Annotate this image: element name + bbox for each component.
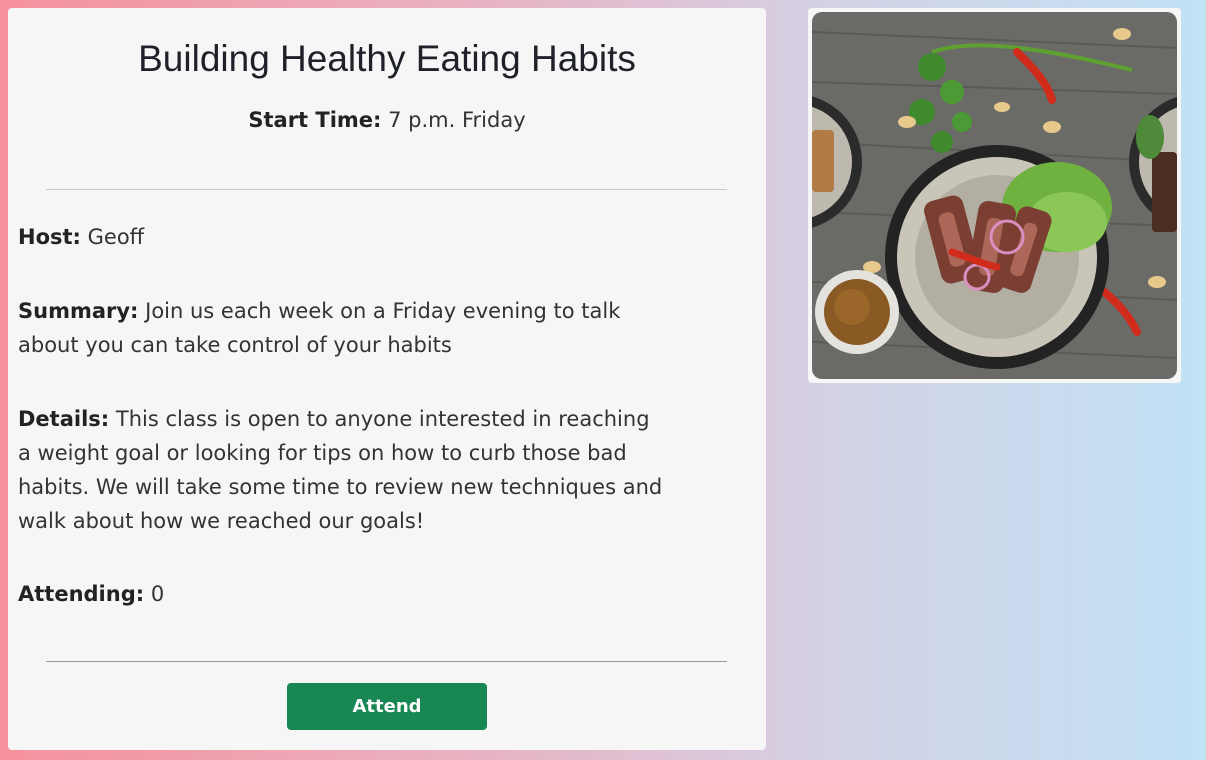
host-value: Geoff [87,225,145,249]
divider-top [46,189,727,190]
start-time-label: Start Time: [248,108,382,132]
host-label: Host: [18,225,81,249]
attending-row: Attending: 0 [18,577,668,611]
food-photo [812,12,1177,379]
summary-row: Summary: Join us each week on a Friday e… [18,294,668,362]
divider-bottom [46,661,727,662]
summary-label: Summary: [18,299,139,323]
details-row: Details: This class is open to anyone in… [18,402,668,538]
attending-label: Attending: [18,582,145,606]
event-card: Building Healthy Eating Habits Start Tim… [8,8,766,750]
attend-button[interactable]: Attend [287,683,487,730]
host-row: Host: Geoff [18,220,668,254]
start-time-row: Start Time: 7 p.m. Friday [8,108,766,132]
details-value: This class is open to anyone interested … [18,407,663,533]
event-photo-frame [808,8,1181,383]
event-title: Building Healthy Eating Habits [138,38,636,79]
start-time-value: 7 p.m. Friday [388,108,526,132]
details-label: Details: [18,407,110,431]
attending-count: 0 [150,582,165,606]
